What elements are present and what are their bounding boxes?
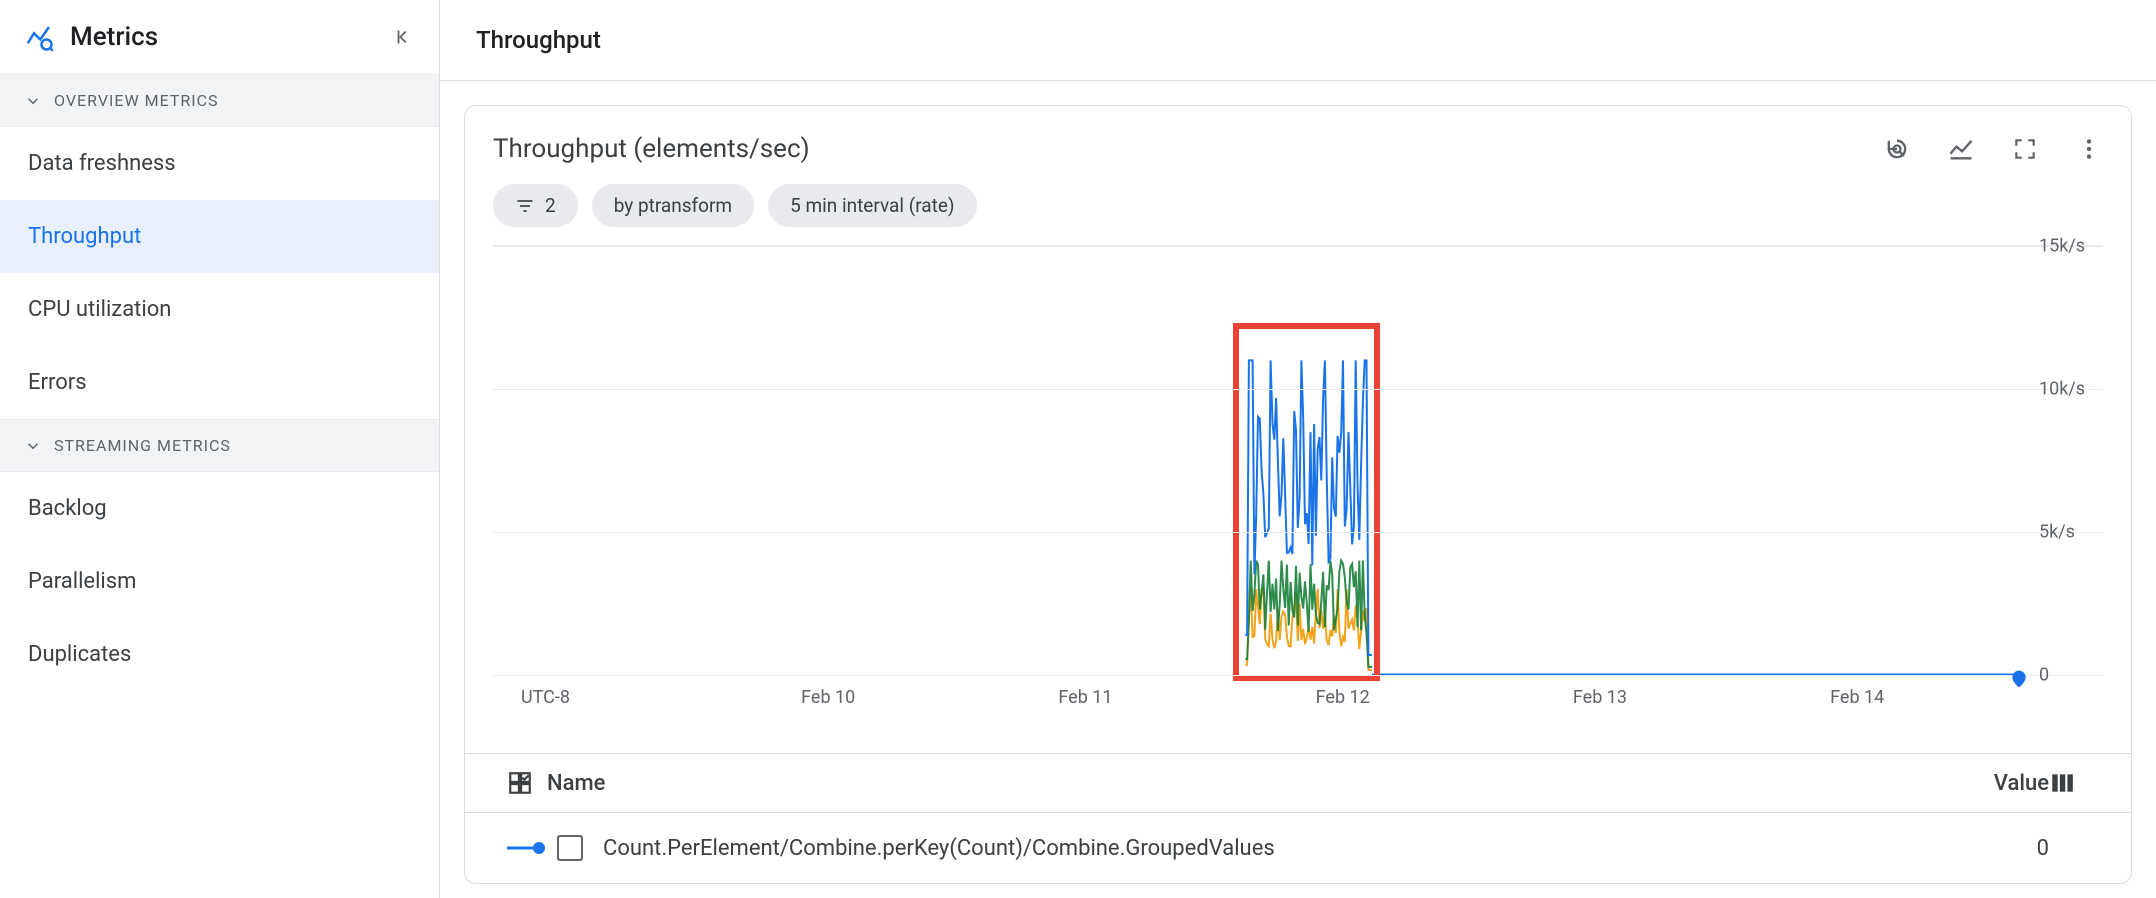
x-tick: Feb 11: [1058, 687, 1112, 708]
reset-zoom-icon[interactable]: [1883, 135, 1911, 163]
sidebar-header: Metrics: [0, 0, 439, 74]
card-title: Throughput (elements/sec): [493, 134, 1883, 164]
x-tick: Feb 13: [1573, 687, 1627, 708]
chevron-down-icon: [24, 92, 42, 110]
filter-icon: [515, 196, 535, 216]
timezone-label: UTC-8: [521, 687, 570, 708]
collapse-sidebar-button[interactable]: [393, 26, 415, 48]
throughput-card: Throughput (elements/sec): [464, 105, 2132, 884]
x-axis: UTC-8 Feb 10 Feb 11 Feb 12 Feb 13 Feb 14: [493, 675, 2103, 715]
sidebar-item-throughput[interactable]: Throughput: [0, 200, 439, 273]
interval-chip[interactable]: 5 min interval (rate): [768, 184, 976, 227]
column-selector-icon[interactable]: [507, 770, 533, 796]
x-tick: Feb 10: [801, 687, 855, 708]
series-swatch: [507, 838, 547, 858]
sidebar-item-parallelism[interactable]: Parallelism: [0, 545, 439, 618]
name-header: Name: [547, 771, 605, 796]
sidebar-item-duplicates[interactable]: Duplicates: [0, 618, 439, 691]
page-title: Throughput: [440, 0, 2156, 81]
legend-row[interactable]: Count.PerElement/Combine.perKey(Count)/C…: [465, 813, 2131, 883]
columns-icon[interactable]: [2049, 770, 2089, 796]
section-overview-metrics[interactable]: OVERVIEW METRICS: [0, 74, 439, 127]
series-checkbox[interactable]: [557, 835, 583, 861]
x-tick: Feb 12: [1316, 687, 1370, 708]
y-tick: 5k/s: [2029, 521, 2103, 542]
chevron-down-icon: [24, 437, 42, 455]
y-tick: 10k/s: [2029, 378, 2103, 399]
series-name: Count.PerElement/Combine.perKey(Count)/C…: [603, 836, 1889, 861]
sidebar-item-errors[interactable]: Errors: [0, 346, 439, 419]
value-header: Value: [1889, 771, 2049, 796]
legend-toggle-icon[interactable]: [1947, 135, 1975, 163]
sidebar-item-backlog[interactable]: Backlog: [0, 472, 439, 545]
sidebar: Metrics OVERVIEW METRICS Data freshness …: [0, 0, 440, 898]
sidebar-title: Metrics: [70, 22, 377, 52]
fullscreen-icon[interactable]: [2011, 135, 2039, 163]
section-label: OVERVIEW METRICS: [54, 91, 219, 110]
more-options-icon[interactable]: [2075, 135, 2103, 163]
filter-chip[interactable]: 2: [493, 184, 578, 227]
series-value: 0: [1889, 836, 2049, 861]
x-tick: Feb 14: [1830, 687, 1884, 708]
sidebar-item-data-freshness[interactable]: Data freshness: [0, 127, 439, 200]
throughput-chart[interactable]: 15k/s 10k/s 5k/s 0: [493, 245, 2103, 675]
legend-table: Name Value Count.PerElement/Combine.perK…: [465, 753, 2131, 883]
groupby-chip[interactable]: by ptransform: [592, 184, 754, 227]
y-tick: 15k/s: [2029, 236, 2103, 257]
filter-count: 2: [545, 194, 556, 217]
sidebar-item-cpu-utilization[interactable]: CPU utilization: [0, 273, 439, 346]
metrics-icon: [24, 22, 54, 52]
section-streaming-metrics[interactable]: STREAMING METRICS: [0, 419, 439, 472]
section-label: STREAMING METRICS: [54, 436, 231, 455]
main: Throughput Throughput (elements/sec): [440, 0, 2156, 898]
